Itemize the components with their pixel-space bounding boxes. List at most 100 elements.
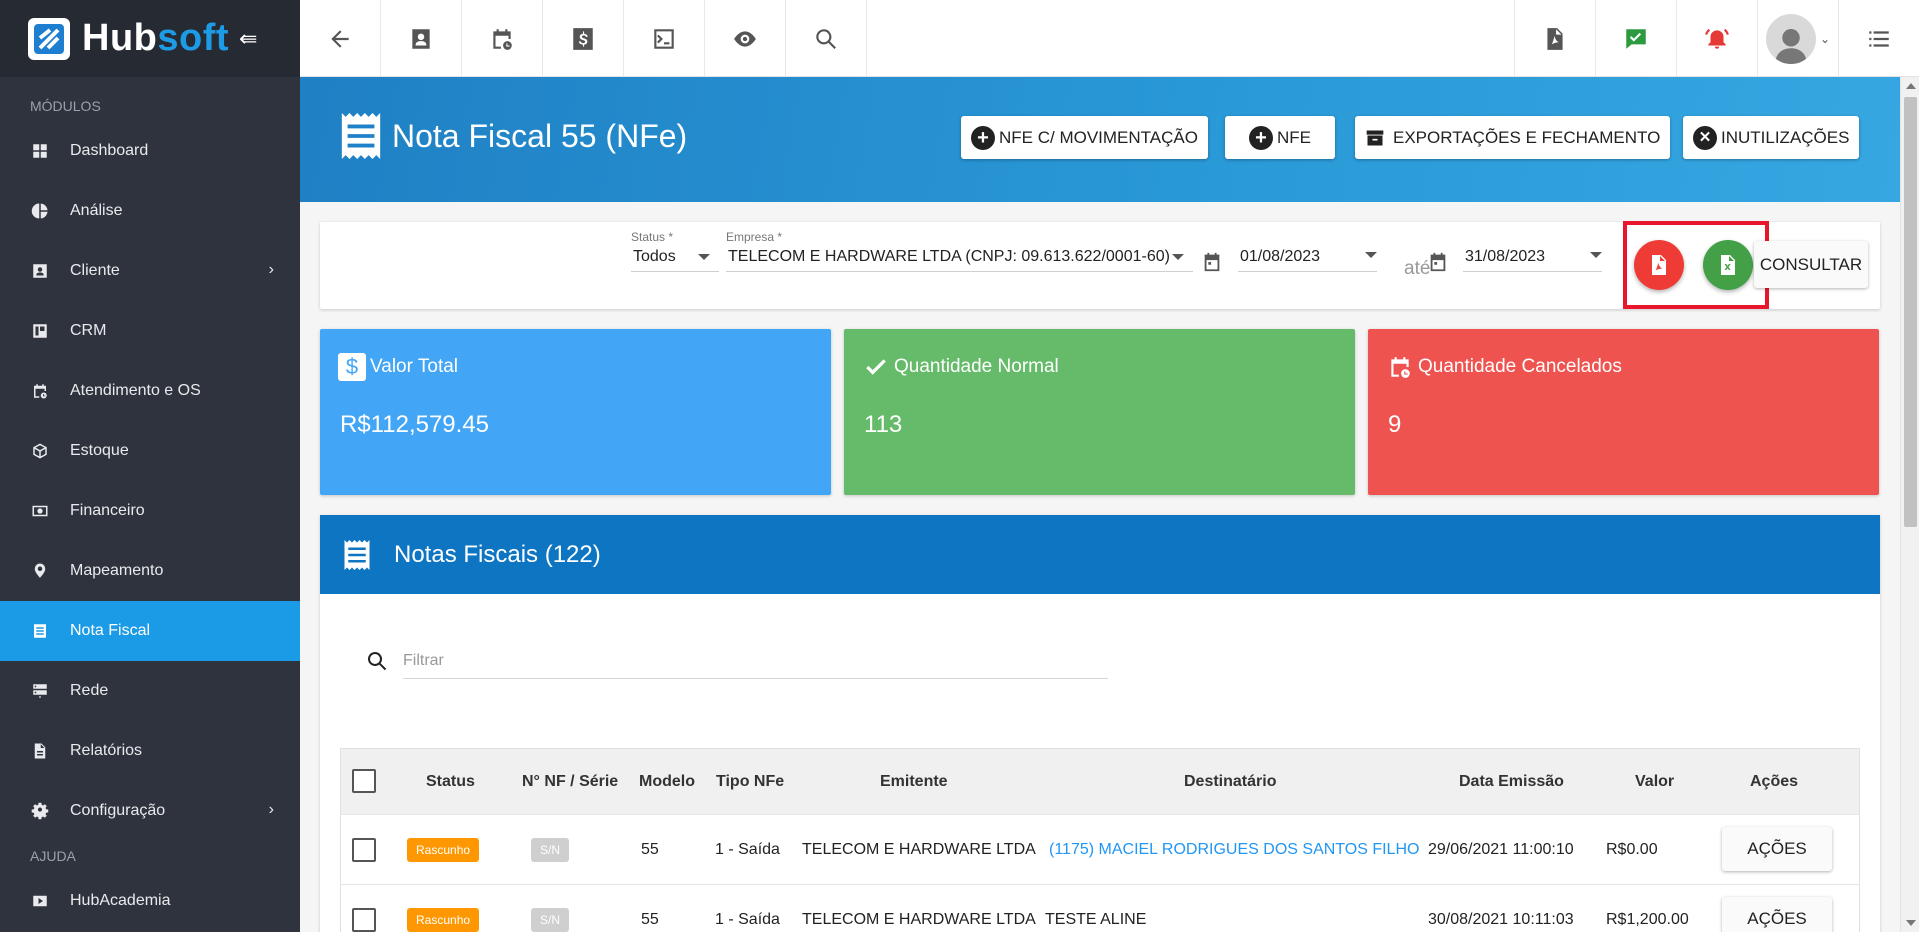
notas-fiscais-panel: Notas Fiscais (122) Status N° NF / Série… bbox=[320, 515, 1880, 932]
chat-check-icon bbox=[1626, 28, 1646, 49]
date-to-value: 31/08/2023 bbox=[1465, 247, 1546, 265]
filter-input[interactable] bbox=[403, 643, 1108, 679]
sidebar-item-rede[interactable]: Rede bbox=[0, 661, 300, 721]
back-button[interactable] bbox=[300, 0, 381, 77]
quantidade-cancelados-card: Quantidade Cancelados 9 bbox=[1368, 329, 1879, 495]
scrollbar-thumb[interactable] bbox=[1904, 97, 1917, 527]
contact-card-icon bbox=[30, 261, 50, 281]
sidebar-item-nota-fiscal[interactable]: Nota Fiscal bbox=[0, 601, 300, 661]
chevron-down-icon bbox=[1365, 252, 1377, 258]
cell-emitente: TELECOM E HARDWARE LTDA bbox=[802, 910, 1036, 928]
sidebar-item-crm[interactable]: CRM bbox=[0, 301, 300, 361]
sidebar-item-relatorios[interactable]: Relatórios bbox=[0, 721, 300, 781]
export-excel-button[interactable] bbox=[1703, 240, 1753, 290]
column-header-destinatario[interactable]: Destinatário bbox=[1184, 773, 1276, 791]
top-right-actions: ⌄ bbox=[1514, 0, 1919, 77]
sidebar-item-label: Cliente bbox=[70, 262, 120, 279]
chevron-right-icon: › bbox=[268, 261, 274, 278]
acoes-button[interactable]: AÇÕES bbox=[1722, 827, 1832, 871]
search-icon bbox=[816, 28, 836, 49]
nfe-button[interactable]: + NFE bbox=[1225, 116, 1335, 159]
cell-destinatario-link[interactable]: (1175) MACIEL RODRIGUES DOS SANTOS FILHO bbox=[1049, 841, 1419, 859]
status-badge: Rascunho bbox=[407, 907, 480, 932]
nf-badge-label: S/N bbox=[531, 837, 570, 862]
empresa-select[interactable]: TELECOM E HARDWARE LTDA (CNPJ: 09.613.62… bbox=[726, 242, 1193, 272]
column-header-status[interactable]: Status bbox=[426, 773, 475, 791]
sidebar: Hubsoft ⇚ MÓDULOS Dashboard Análise Clie… bbox=[0, 0, 300, 932]
alerts-button[interactable] bbox=[1676, 0, 1757, 77]
column-header-modelo[interactable]: Modelo bbox=[639, 773, 695, 791]
column-header-nf[interactable]: N° NF / Série bbox=[522, 773, 618, 791]
row-checkbox[interactable] bbox=[352, 908, 376, 932]
schedule-shortcut-button[interactable] bbox=[462, 0, 543, 77]
export-pdf-button[interactable] bbox=[1634, 240, 1684, 290]
quantidade-normal-card: Quantidade Normal 113 bbox=[844, 329, 1355, 495]
row-checkbox[interactable] bbox=[352, 838, 376, 862]
avatar bbox=[1765, 13, 1816, 64]
pdf-shortcut-button[interactable] bbox=[1514, 0, 1595, 77]
status-badge: Rascunho bbox=[407, 837, 480, 862]
section-help: AJUDA bbox=[30, 848, 76, 864]
inutilizacoes-button[interactable]: ✕ INUTILIZAÇÕES bbox=[1683, 116, 1860, 159]
sidebar-item-atendimento[interactable]: Atendimento e OS bbox=[0, 361, 300, 421]
consultar-button[interactable]: CONSULTAR bbox=[1754, 241, 1868, 288]
tasks-button[interactable] bbox=[1595, 0, 1676, 77]
column-header-data[interactable]: Data Emissão bbox=[1459, 773, 1564, 791]
sidebar-item-configuracao[interactable]: Configuração › bbox=[0, 781, 300, 841]
client-shortcut-button[interactable] bbox=[381, 0, 462, 77]
sidebar-item-hubacademia[interactable]: HubAcademia bbox=[0, 871, 300, 931]
menu-list-button[interactable] bbox=[1838, 0, 1919, 77]
column-header-valor[interactable]: Valor bbox=[1635, 773, 1674, 791]
cell-modelo: 55 bbox=[641, 910, 659, 928]
exportacoes-button[interactable]: EXPORTAÇÕES E FECHAMENTO bbox=[1355, 116, 1671, 159]
server-icon bbox=[30, 681, 50, 701]
calendar-icon[interactable] bbox=[1427, 251, 1449, 273]
vertical-scrollbar[interactable] bbox=[1900, 77, 1919, 932]
page-title-wrap: Nota Fiscal 55 (NFe) bbox=[338, 111, 687, 161]
receipt-icon bbox=[30, 621, 50, 641]
view-shortcut-button[interactable] bbox=[705, 0, 786, 77]
sidebar-item-estoque[interactable]: Estoque bbox=[0, 421, 300, 481]
nfe-movimentacao-button[interactable]: + NFE C/ MOVIMENTAÇÃO bbox=[961, 116, 1208, 159]
map-pin-icon bbox=[30, 561, 50, 581]
sidebar-item-label: Dashboard bbox=[70, 142, 149, 159]
chevron-down-icon bbox=[1172, 254, 1184, 260]
collapse-sidebar-icon[interactable]: ⇚ bbox=[239, 26, 257, 52]
nf-badge-label: S/N bbox=[531, 907, 570, 932]
pdf-file-icon bbox=[1652, 255, 1666, 275]
scroll-down-arrow-icon[interactable] bbox=[1906, 920, 1916, 926]
scroll-up-arrow-icon[interactable] bbox=[1906, 83, 1916, 89]
acoes-button[interactable]: AÇÕES bbox=[1722, 897, 1832, 932]
user-menu[interactable]: ⌄ bbox=[1757, 0, 1838, 77]
status-select[interactable]: Todos bbox=[631, 242, 719, 272]
column-header-tipo[interactable]: Tipo NFe bbox=[716, 773, 784, 791]
nf-badge: S/N bbox=[531, 907, 570, 932]
pdf-file-icon bbox=[1547, 27, 1563, 50]
card-title: Valor Total bbox=[370, 356, 459, 377]
select-all-checkbox[interactable] bbox=[352, 769, 376, 793]
date-to-input[interactable]: 31/08/2023 bbox=[1463, 242, 1602, 272]
sidebar-item-financeiro[interactable]: Financeiro bbox=[0, 481, 300, 541]
brand: Hubsoft ⇚ bbox=[0, 0, 300, 77]
card-value: 113 bbox=[864, 411, 903, 438]
panel-header: Notas Fiscais (122) bbox=[320, 515, 1880, 594]
sidebar-item-cliente[interactable]: Cliente › bbox=[0, 241, 300, 301]
archive-icon bbox=[1365, 128, 1385, 148]
sidebar-item-label: Relatórios bbox=[70, 742, 143, 759]
finance-shortcut-button[interactable] bbox=[543, 0, 624, 77]
sidebar-item-mapeamento[interactable]: Mapeamento bbox=[0, 541, 300, 601]
sidebar-item-analise[interactable]: Análise bbox=[0, 181, 300, 241]
chevron-down-icon: ⌄ bbox=[1819, 31, 1831, 46]
column-header-emitente[interactable]: Emitente bbox=[880, 773, 948, 791]
sidebar-item-label: Análise bbox=[70, 202, 123, 219]
sidebar-item-dashboard[interactable]: Dashboard bbox=[0, 121, 300, 181]
sidebar-item-label: Atendimento e OS bbox=[70, 382, 201, 399]
date-from-input[interactable]: 01/08/2023 bbox=[1238, 242, 1377, 272]
page-header: Nota Fiscal 55 (NFe) + NFE C/ MOVIMENTAÇ… bbox=[300, 77, 1900, 202]
table-row: Rascunho S/N 55 1 - Saída TELECOM E HARD… bbox=[341, 814, 1859, 884]
excel-file-icon bbox=[1721, 255, 1735, 275]
search-shortcut-button[interactable] bbox=[786, 0, 867, 77]
empresa-value: TELECOM E HARDWARE LTDA (CNPJ: 09.613.62… bbox=[728, 247, 1170, 265]
terminal-shortcut-button[interactable] bbox=[624, 0, 705, 77]
calendar-icon[interactable] bbox=[1201, 251, 1223, 273]
